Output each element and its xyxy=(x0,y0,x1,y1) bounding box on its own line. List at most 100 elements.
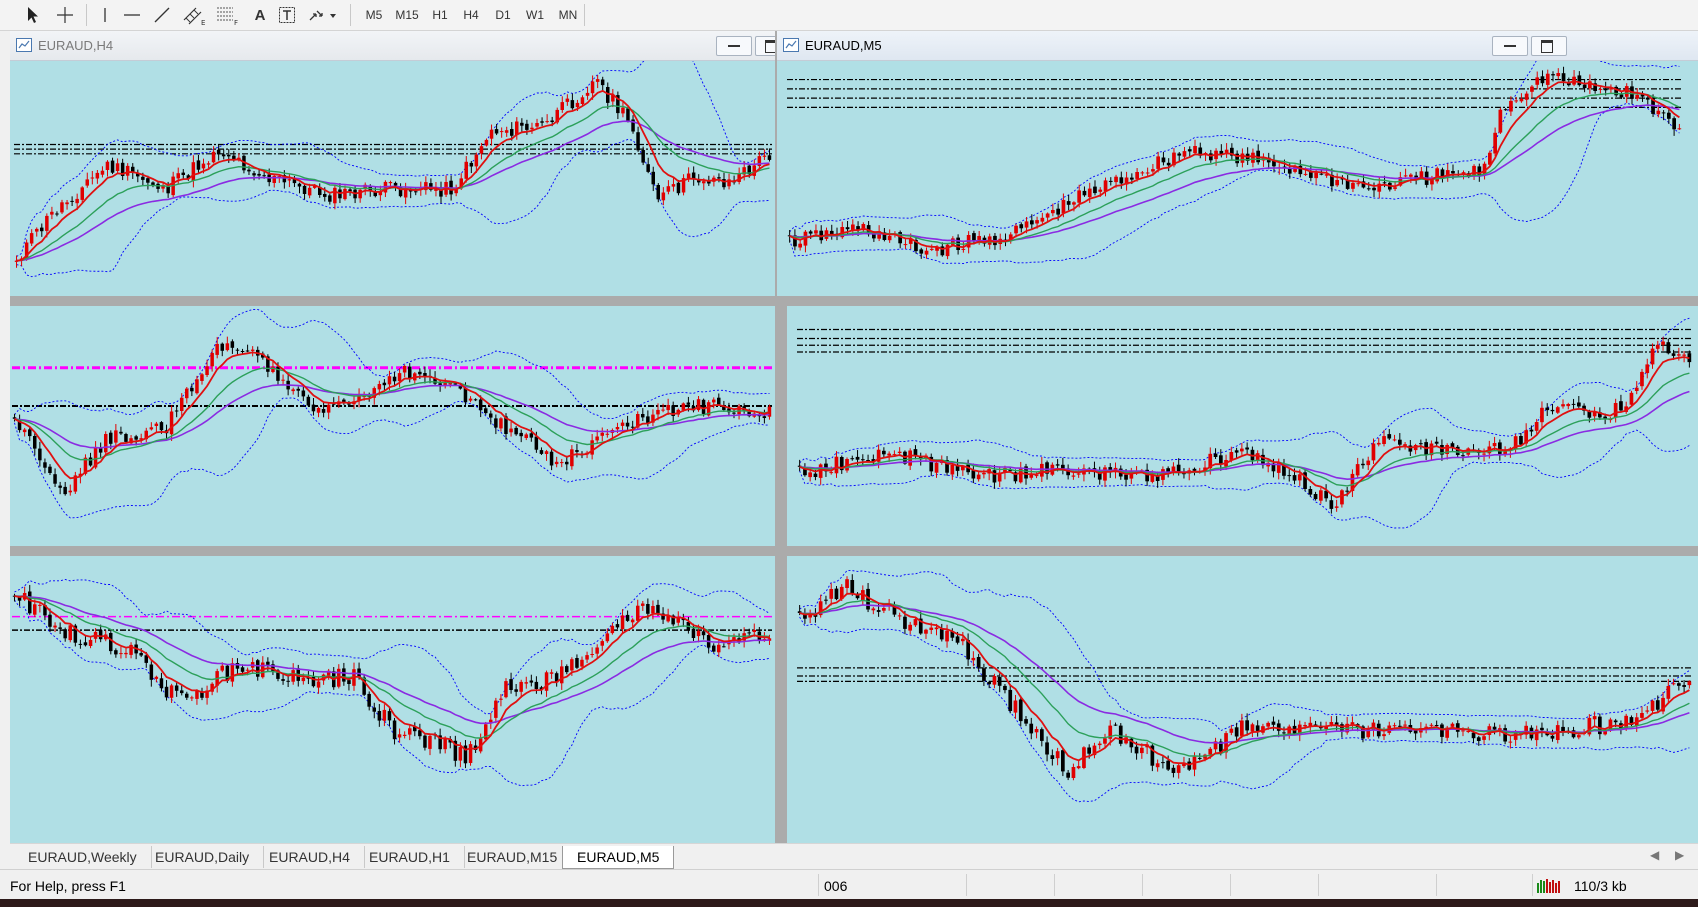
tab-m15[interactable]: EURAUD,M15 xyxy=(453,846,573,868)
candlestick xyxy=(382,379,387,391)
candlestick xyxy=(468,396,473,403)
candlestick xyxy=(691,400,696,413)
candlestick xyxy=(1450,441,1455,452)
tab-h4[interactable]: EURAUD,H4 xyxy=(255,846,365,868)
window-titlebar[interactable]: EURAUD,M5 xyxy=(777,31,1698,61)
candlestick xyxy=(1213,448,1218,459)
candlestick xyxy=(1140,170,1145,176)
candlestick xyxy=(1419,439,1423,450)
candlestick xyxy=(590,433,594,460)
candlestick xyxy=(281,374,285,386)
candlestick xyxy=(1124,171,1129,191)
candlestick xyxy=(914,236,918,254)
chart-window-m15[interactable] xyxy=(787,556,1698,843)
candlestick xyxy=(1550,403,1555,415)
candlestick xyxy=(560,659,564,690)
candlestick xyxy=(1555,405,1560,414)
candlestick xyxy=(1561,720,1565,737)
candlestick xyxy=(1071,763,1076,781)
candlestick xyxy=(1282,458,1286,480)
candlestick xyxy=(651,166,655,192)
candlestick xyxy=(115,158,120,173)
candlestick xyxy=(1076,760,1081,770)
tab-h1[interactable]: EURAUD,H1 xyxy=(355,846,465,868)
candlestick xyxy=(565,94,570,106)
tab-weekly[interactable]: EURAUD,Weekly xyxy=(14,846,152,868)
candlestick xyxy=(1514,97,1518,104)
chart-window-h4[interactable]: EURAUD,H4 xyxy=(10,31,775,296)
candlestick xyxy=(302,183,307,200)
horizontal-line-icon[interactable] xyxy=(120,3,144,27)
candlestick xyxy=(1624,401,1628,414)
candlestick xyxy=(1540,70,1545,87)
crosshair-icon[interactable] xyxy=(52,3,78,27)
candlestick xyxy=(554,671,559,687)
candlestick xyxy=(976,653,981,672)
candlestick xyxy=(377,704,382,727)
minimize-button[interactable] xyxy=(716,36,752,56)
candlestick xyxy=(318,183,322,198)
candlestick xyxy=(1672,116,1676,136)
price-chart[interactable] xyxy=(10,306,775,546)
candlestick xyxy=(887,229,892,243)
candlestick xyxy=(205,685,209,705)
price-chart[interactable] xyxy=(10,31,775,296)
candlestick xyxy=(717,393,721,406)
chart-window-icon xyxy=(16,38,32,52)
timeframe-h4-button[interactable]: H4 xyxy=(453,3,489,27)
candlestick xyxy=(1435,166,1439,184)
arrows-dropdown-icon[interactable] xyxy=(305,3,341,27)
fibonacci-retracement-icon[interactable]: F xyxy=(212,3,242,27)
cursor-icon[interactable] xyxy=(20,3,46,27)
candlestick xyxy=(871,606,876,615)
candlestick xyxy=(1187,467,1192,481)
bollinger-upper-band xyxy=(14,308,770,420)
candlestick xyxy=(1245,442,1249,455)
chart-window-daily[interactable] xyxy=(10,306,775,546)
price-chart[interactable] xyxy=(787,556,1698,843)
candlestick xyxy=(1666,338,1671,355)
tab-scroll-right-icon[interactable]: ▶ xyxy=(1675,848,1684,862)
trendline-icon[interactable] xyxy=(150,3,174,27)
candlestick xyxy=(514,684,518,697)
candlestick xyxy=(1524,91,1529,107)
window-titlebar[interactable]: EURAUD,H4 xyxy=(10,31,775,61)
price-chart[interactable] xyxy=(10,556,775,843)
candlestick xyxy=(1045,460,1049,480)
price-chart[interactable] xyxy=(777,31,1698,296)
text-label-icon[interactable] xyxy=(275,3,299,27)
candlestick xyxy=(803,229,808,253)
text-tool-icon[interactable]: A xyxy=(245,3,275,27)
chart-window-m5[interactable]: EURAUD,M5 xyxy=(777,31,1698,296)
price-chart[interactable] xyxy=(787,306,1698,546)
candlestick xyxy=(181,169,185,180)
candlestick xyxy=(529,674,534,687)
candlestick xyxy=(469,160,474,174)
tab-daily[interactable]: EURAUD,Daily xyxy=(141,846,265,868)
candlestick xyxy=(1008,684,1013,714)
timeframe-mn-button[interactable]: MN xyxy=(548,3,588,27)
candlestick xyxy=(971,651,976,667)
candlestick xyxy=(104,431,108,457)
candlestick xyxy=(1587,714,1592,737)
candlestick xyxy=(1687,350,1692,368)
candlestick xyxy=(1387,428,1392,440)
candlestick xyxy=(174,405,179,418)
minimize-button[interactable] xyxy=(1492,36,1528,56)
tab-scroll-left-icon[interactable]: ◀ xyxy=(1650,848,1659,862)
candlestick xyxy=(131,163,135,179)
tab-m5[interactable]: EURAUD,M5 xyxy=(562,846,675,869)
maximize-button[interactable] xyxy=(755,36,775,56)
chart-window-h1[interactable] xyxy=(787,306,1698,546)
candlestick xyxy=(1424,438,1428,461)
equidistant-channel-icon[interactable]: E xyxy=(180,3,210,27)
candlestick xyxy=(119,646,123,659)
candlestick xyxy=(1003,233,1008,247)
candlestick xyxy=(85,172,89,188)
status-bar: For Help, press F1 006 110/3 kb xyxy=(0,869,1698,900)
vertical-line-icon[interactable] xyxy=(95,3,115,27)
candlestick xyxy=(1545,69,1550,90)
candlestick xyxy=(1166,158,1171,172)
maximize-button[interactable] xyxy=(1531,36,1567,56)
chart-window-weekly[interactable] xyxy=(10,556,775,843)
